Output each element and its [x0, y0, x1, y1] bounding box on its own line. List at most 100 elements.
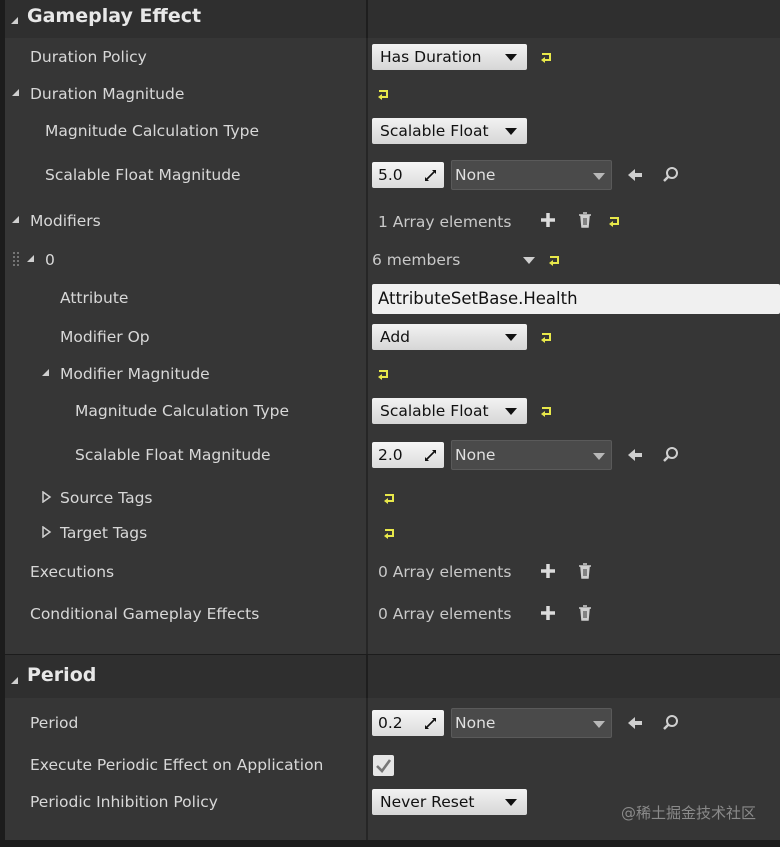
row-modifiers[interactable]: Modifiers 1 Array elements: [5, 203, 780, 239]
property-label: Source Tags: [60, 489, 153, 507]
reset-to-default-icon[interactable]: [548, 254, 562, 266]
row-execute-periodic-effect: Execute Periodic Effect on Application: [5, 747, 780, 783]
search-icon[interactable]: [662, 446, 680, 464]
number-value: 5.0: [378, 166, 403, 184]
curve-value: None: [455, 446, 496, 464]
add-icon[interactable]: [539, 604, 557, 622]
scalable-float-input[interactable]: 2.0: [372, 442, 444, 468]
row-modifier-op: Modifier Op Add: [5, 319, 780, 355]
chevron-down-icon: [593, 453, 605, 460]
search-icon[interactable]: [662, 166, 680, 184]
section-header-gameplay-effect[interactable]: Gameplay Effect: [5, 0, 780, 38]
collapsed-triangle-icon[interactable]: [42, 526, 52, 538]
execute-periodic-checkbox[interactable]: [373, 755, 394, 776]
add-icon[interactable]: [539, 211, 557, 229]
chevron-down-icon: [505, 54, 517, 61]
mm-calc-type-dropdown[interactable]: Scalable Float: [372, 398, 527, 424]
property-label: Executions: [30, 563, 115, 581]
column-splitter[interactable]: [366, 655, 368, 698]
row-attribute: Attribute AttributeSetBase.Health: [5, 280, 780, 316]
property-label: Scalable Float Magnitude: [45, 166, 241, 184]
expand-arrows-icon: [425, 450, 436, 461]
chevron-down-icon: [505, 128, 517, 135]
magnitude-calc-type-dropdown[interactable]: Scalable Float: [372, 118, 527, 144]
row-target-tags[interactable]: Target Tags: [5, 515, 780, 551]
property-label: Conditional Gameplay Effects: [30, 605, 260, 623]
watermark: @稀土掘金技术社区: [620, 804, 756, 822]
property-label: Periodic Inhibition Policy: [30, 793, 218, 811]
reset-to-default-icon[interactable]: [383, 527, 397, 539]
expand-arrows-icon: [425, 170, 436, 181]
reset-to-default-icon[interactable]: [608, 215, 622, 227]
row-modifier-magnitude[interactable]: Modifier Magnitude: [5, 356, 780, 392]
property-label: Modifier Magnitude: [60, 365, 210, 383]
dropdown-value: Has Duration: [380, 48, 482, 66]
row-mm-scalable-float-magnitude: Scalable Float Magnitude 2.0 None: [5, 437, 780, 473]
row-modifier-element-0[interactable]: 0 6 members: [5, 242, 780, 278]
expand-triangle-icon[interactable]: [27, 255, 34, 262]
section-title: Gameplay Effect: [27, 5, 202, 27]
chevron-down-icon: [505, 799, 517, 806]
collapsed-triangle-icon[interactable]: [42, 491, 52, 503]
number-value: 2.0: [378, 446, 403, 464]
chevron-down-icon: [505, 408, 517, 415]
duration-policy-dropdown[interactable]: Has Duration: [372, 44, 527, 70]
expand-triangle-icon[interactable]: [12, 216, 19, 223]
use-selected-arrow-icon[interactable]: [626, 446, 644, 464]
trash-icon[interactable]: [576, 562, 594, 580]
curve-table-dropdown[interactable]: None: [451, 440, 612, 470]
property-label: Period: [30, 714, 79, 732]
property-label: Duration Magnitude: [30, 85, 185, 103]
expand-triangle-icon[interactable]: [42, 369, 49, 376]
chevron-down-icon[interactable]: [523, 257, 535, 264]
expand-triangle-icon[interactable]: [12, 89, 19, 96]
row-duration-magnitude[interactable]: Duration Magnitude: [5, 76, 780, 112]
modifier-op-dropdown[interactable]: Add: [372, 324, 527, 350]
property-label: 0: [45, 251, 55, 269]
dropdown-value: Scalable Float: [380, 402, 489, 420]
row-conditional-gameplay-effects: Conditional Gameplay Effects 0 Array ele…: [5, 596, 780, 632]
reset-to-default-icon[interactable]: [377, 368, 391, 380]
checkmark-icon: [376, 759, 392, 773]
chevron-down-icon: [593, 721, 605, 728]
attribute-field[interactable]: AttributeSetBase.Health: [372, 284, 780, 314]
row-source-tags[interactable]: Source Tags: [5, 480, 780, 516]
array-count: 1 Array elements: [378, 213, 512, 231]
drag-handle-icon[interactable]: [12, 251, 20, 269]
curve-value: None: [455, 714, 496, 732]
row-mm-calculation-type: Magnitude Calculation Type Scalable Floa…: [5, 393, 780, 429]
reset-to-default-icon[interactable]: [383, 492, 397, 504]
reset-to-default-icon[interactable]: [540, 405, 554, 417]
curve-table-dropdown[interactable]: None: [451, 708, 612, 738]
dropdown-value: Never Reset: [380, 793, 475, 811]
collapse-triangle-icon: [11, 17, 18, 24]
use-selected-arrow-icon[interactable]: [626, 714, 644, 732]
dropdown-value: Scalable Float: [380, 122, 489, 140]
section-header-period[interactable]: Period: [5, 655, 780, 698]
property-label: Duration Policy: [30, 48, 147, 66]
reset-to-default-icon[interactable]: [540, 331, 554, 343]
reset-to-default-icon[interactable]: [377, 88, 391, 100]
property-label: Modifiers: [30, 212, 101, 230]
dropdown-value: Add: [380, 328, 411, 346]
row-magnitude-calculation-type: Magnitude Calculation Type Scalable Floa…: [5, 113, 780, 149]
reset-to-default-icon[interactable]: [540, 51, 554, 63]
add-icon[interactable]: [539, 562, 557, 580]
property-label: Magnitude Calculation Type: [75, 402, 290, 420]
array-count: 0 Array elements: [378, 563, 512, 581]
use-selected-arrow-icon[interactable]: [626, 166, 644, 184]
curve-value: None: [455, 166, 496, 184]
property-label: Execute Periodic Effect on Application: [30, 756, 324, 774]
column-splitter[interactable]: [366, 0, 368, 38]
scalable-float-input[interactable]: 5.0: [372, 162, 444, 188]
curve-table-dropdown[interactable]: None: [451, 160, 612, 190]
array-count: 0 Array elements: [378, 605, 512, 623]
periodic-inhibition-dropdown[interactable]: Never Reset: [372, 789, 527, 815]
expand-arrows-icon: [425, 718, 436, 729]
chevron-down-icon: [593, 173, 605, 180]
search-icon[interactable]: [662, 714, 680, 732]
trash-icon[interactable]: [576, 604, 594, 622]
period-input[interactable]: 0.2: [372, 710, 444, 736]
row-period: Period 0.2 None: [5, 705, 780, 741]
trash-icon[interactable]: [576, 211, 594, 229]
